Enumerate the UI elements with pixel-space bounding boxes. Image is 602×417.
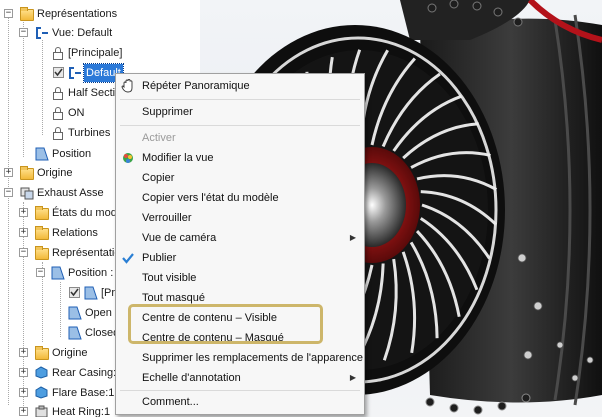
tree-item-label: Heat Ring:1 — [52, 406, 111, 417]
view-representation-icon — [36, 27, 48, 39]
menu-item-copy[interactable]: Copier — [116, 168, 364, 188]
menu-item-label: Copier vers l'état du modèle — [142, 192, 279, 204]
menu-item-label: Vue de caméra — [142, 232, 217, 244]
folder-icon — [35, 246, 49, 260]
tree-item-label: Position : — [68, 267, 114, 279]
menu-item-lock[interactable]: Verrouiller — [116, 208, 364, 228]
edit-view-icon — [123, 153, 133, 163]
lock-icon — [53, 127, 63, 140]
expand-toggle[interactable]: + — [19, 228, 28, 237]
folder-icon — [20, 7, 34, 21]
lock-icon — [53, 87, 63, 100]
tree-item-label: Flare Base:1 — [52, 387, 115, 399]
menu-item-label: Tout visible — [142, 272, 197, 284]
folder-icon — [35, 226, 49, 240]
tree-item-label: Origine — [52, 347, 88, 359]
collapse-toggle[interactable]: − — [4, 9, 13, 18]
checkmark-icon — [122, 253, 134, 264]
menu-item-camera-view[interactable]: Vue de caméra ▶ — [116, 228, 364, 248]
tree-item-label: Open — [85, 307, 112, 319]
tree-item-label: [Principale] — [68, 47, 123, 59]
tree-item-label: Half Secti — [68, 87, 116, 99]
part-icon — [35, 386, 48, 399]
menu-item-comment[interactable]: Comment... — [116, 392, 364, 412]
menu-item-label: Supprimer les remplacements de l'apparen… — [142, 352, 363, 364]
expand-toggle[interactable]: + — [19, 407, 28, 416]
menu-item-label: Verrouiller — [142, 212, 192, 224]
collapse-toggle[interactable]: − — [36, 268, 45, 277]
menu-separator — [120, 390, 360, 391]
menu-item-label: Modifier la vue — [142, 152, 214, 164]
menu-item-remove-appearance-overrides[interactable]: Supprimer les remplacements de l'apparen… — [116, 348, 364, 368]
menu-item-label: Copier — [142, 172, 175, 184]
tree-item-label: ON — [68, 107, 85, 119]
tree-item-principale[interactable]: [Principale] — [0, 44, 200, 62]
menu-item-label: Publier — [142, 252, 177, 264]
menu-item-repeat-pan[interactable]: Répéter Panoramique — [116, 76, 364, 96]
tree-item-label: Exhaust Asse — [37, 187, 104, 199]
tree-item-label: Relations — [52, 227, 98, 239]
menu-item-delete[interactable]: Supprimer — [116, 102, 364, 122]
expand-toggle[interactable]: + — [19, 208, 28, 217]
expand-toggle[interactable]: + — [19, 368, 28, 377]
checkmark-icon — [69, 287, 80, 298]
highlight-frame — [128, 304, 323, 344]
positional-representation-icon — [84, 286, 98, 300]
expand-toggle[interactable]: + — [19, 348, 28, 357]
menu-item-label: Activer — [142, 132, 176, 144]
tree-item-label: Représentations — [37, 8, 118, 20]
part-icon — [35, 405, 48, 417]
submenu-arrow-icon: ▶ — [349, 373, 356, 382]
menu-separator — [120, 99, 360, 100]
menu-item-copy-to-model-state[interactable]: Copier vers l'état du modèle — [116, 188, 364, 208]
tree-item-label: Position — [52, 148, 92, 160]
tree-item-label: Turbines — [68, 127, 111, 139]
part-icon — [35, 366, 48, 379]
menu-item-edit-view[interactable]: Modifier la vue — [116, 148, 364, 168]
menu-item-label: Répéter Panoramique — [142, 80, 250, 92]
menu-item-publish[interactable]: Publier — [116, 248, 364, 268]
context-menu[interactable]: Répéter Panoramique Supprimer Activer Mo… — [115, 73, 365, 415]
tree-item-representations[interactable]: − Représentations — [0, 5, 200, 23]
folder-icon — [35, 346, 49, 360]
menu-item-label: Comment... — [142, 396, 199, 408]
tree-item-label: Rear Casing: — [52, 367, 117, 379]
lock-icon — [53, 107, 63, 120]
collapse-toggle[interactable]: − — [19, 248, 28, 257]
tree-item-view-default[interactable]: − Vue: Default — [0, 24, 200, 42]
folder-icon — [35, 206, 49, 220]
submenu-arrow-icon: ▶ — [349, 233, 356, 242]
folder-icon — [20, 166, 34, 180]
positional-representation-icon — [35, 147, 49, 161]
positional-representation-icon — [68, 306, 82, 320]
tree-item-label: Vue: Default — [52, 27, 113, 39]
menu-item-all-visible[interactable]: Tout visible — [116, 268, 364, 288]
positional-representation-icon — [51, 266, 65, 280]
menu-item-annotation-scale[interactable]: Echelle d'annotation ▶ — [116, 368, 364, 388]
collapse-toggle[interactable]: − — [19, 28, 28, 37]
expand-toggle[interactable]: + — [19, 388, 28, 397]
assembly-icon — [20, 187, 34, 200]
menu-item-label: Supprimer — [142, 106, 193, 118]
view-representation-icon — [69, 67, 81, 79]
menu-separator — [120, 125, 360, 126]
menu-item-activate: Activer — [116, 128, 364, 148]
collapse-toggle[interactable]: − — [4, 188, 13, 197]
lock-icon — [53, 47, 63, 60]
expand-toggle[interactable]: + — [4, 168, 13, 177]
pan-hand-icon — [121, 79, 133, 93]
positional-representation-icon — [68, 326, 82, 340]
tree-item-label: États du mod — [52, 207, 117, 219]
tree-item-label: Origine — [37, 167, 73, 179]
checkmark-icon — [53, 67, 64, 78]
menu-item-label: Echelle d'annotation — [142, 372, 241, 384]
